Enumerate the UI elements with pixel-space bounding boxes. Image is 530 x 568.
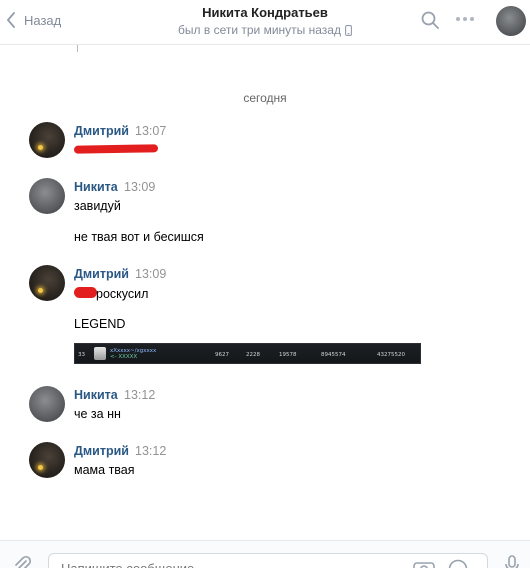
avatar[interactable] — [29, 442, 65, 478]
back-button[interactable]: Назад — [6, 8, 61, 32]
composer-bar — [0, 540, 530, 568]
stat-value: 8945574 — [321, 352, 346, 358]
avatar[interactable] — [29, 178, 65, 214]
redaction-mark — [73, 144, 159, 154]
more-icon[interactable] — [456, 17, 474, 21]
attached-screenshot[interactable]: 33 xXxxxx~/xgxxxx <- XXXXX 9627 2228 195… — [74, 343, 421, 364]
player-thumbnail — [94, 347, 106, 360]
avatar[interactable] — [29, 122, 65, 158]
redaction-mark — [74, 287, 97, 298]
camera-icon[interactable] — [413, 559, 435, 568]
conversation-title[interactable]: Никита Кондратьев был в сети три минуты … — [120, 5, 410, 39]
paperclip-icon[interactable] — [12, 555, 32, 568]
header-avatar[interactable] — [496, 6, 526, 36]
message-author[interactable]: Никита — [74, 180, 118, 194]
contact-status: был в сети три минуты назад — [178, 21, 352, 39]
message-author[interactable]: Никита — [74, 388, 118, 402]
avatar[interactable] — [29, 386, 65, 422]
message-text: мама твая — [74, 463, 135, 477]
smile-icon[interactable] — [448, 559, 468, 568]
player-sub: <- XXXXX — [110, 354, 138, 360]
message-time[interactable]: 13:12 — [124, 388, 155, 402]
stat-value: 19578 — [279, 352, 297, 358]
mobile-icon — [345, 24, 352, 36]
message-text: завидуй — [74, 199, 121, 213]
message-text: че за нн — [74, 407, 121, 421]
avatar[interactable] — [29, 265, 65, 301]
chat-header: Назад Никита Кондратьев был в сети три м… — [0, 0, 530, 45]
rank-value: 33 — [78, 352, 85, 358]
message-text: LEGEND — [74, 317, 126, 331]
message-time[interactable]: 13:12 — [135, 444, 166, 458]
stat-value: 43275520 — [377, 352, 405, 358]
message-author[interactable]: Дмитрий — [74, 267, 129, 281]
message-text: не твая вот и бесишся — [74, 230, 204, 244]
message-author[interactable]: Дмитрий — [74, 444, 129, 458]
stat-value: 9627 — [215, 352, 229, 358]
message-author[interactable]: Дмитрий — [74, 124, 129, 138]
message-time[interactable]: 13:09 — [124, 180, 155, 194]
message-time[interactable]: 13:07 — [135, 124, 166, 138]
message-time[interactable]: 13:09 — [135, 267, 166, 281]
search-icon[interactable] — [420, 10, 440, 35]
history-divider — [77, 45, 78, 52]
contact-name: Никита Кондратьев — [202, 5, 328, 20]
status-text: был в сети три минуты назад — [178, 23, 341, 37]
message-text: роскусил — [96, 287, 149, 301]
chevron-left-icon — [6, 12, 15, 28]
back-label: Назад — [24, 12, 62, 28]
date-separator: сегодня — [243, 91, 287, 105]
stat-value: 2228 — [246, 352, 260, 358]
microphone-icon[interactable] — [505, 555, 519, 568]
